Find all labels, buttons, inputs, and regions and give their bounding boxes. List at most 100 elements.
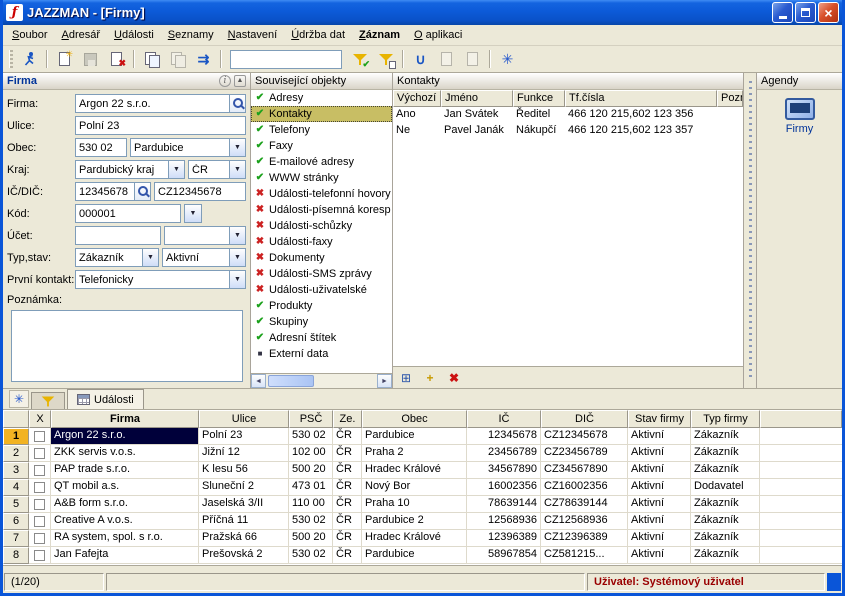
delete-record-button[interactable]: ✖ — [104, 48, 129, 71]
objects-horizontal-scrollbar[interactable]: ◄ ► — [251, 373, 392, 388]
cell-stav[interactable]: Aktivní — [628, 428, 691, 445]
cell-firma[interactable]: RA system, spol. s r.o. — [51, 530, 199, 547]
related-object-item[interactable]: Faxy — [251, 138, 392, 154]
col-vychozi[interactable]: Výchozí — [393, 90, 441, 107]
cell-dic[interactable]: CZ16002356 — [541, 479, 628, 496]
chevron-down-icon[interactable]: ▼ — [229, 139, 245, 156]
cell-stav[interactable]: Aktivní — [628, 547, 691, 564]
cell-dic[interactable]: CZ12345678 — [541, 428, 628, 445]
row-checkbox[interactable] — [34, 431, 45, 442]
cell-ulice[interactable]: Pražská 66 — [199, 530, 289, 547]
cell-poznamka[interactable] — [717, 123, 743, 139]
cell-firma[interactable]: ZKK servis v.o.s. — [51, 445, 199, 462]
cell-zeme[interactable]: ČR — [333, 496, 362, 513]
row-checkbox[interactable] — [34, 499, 45, 510]
cell-zeme[interactable]: ČR — [333, 530, 362, 547]
row-number[interactable]: 8 — [3, 547, 29, 564]
table-row[interactable]: 4 QT mobil a.s. Sluneční 2 473 01 ČR Nov… — [3, 479, 842, 496]
cell-dic[interactable]: CZ581215... — [541, 547, 628, 564]
cell-psc[interactable]: 530 02 — [289, 547, 333, 564]
kontakt-row[interactable]: Ne Pavel Janák Nákupčí 466 120 215,602 1… — [393, 123, 743, 139]
table-row[interactable]: 3 PAP trade s.r.o. K lesu 56 500 20 ČR H… — [3, 462, 842, 479]
cell-obec[interactable]: Hradec Králové — [362, 462, 467, 479]
zeme-input[interactable] — [189, 161, 229, 178]
related-object-item[interactable]: Adresní štítek — [251, 330, 392, 346]
row-number[interactable]: 6 — [3, 513, 29, 530]
col-jmeno[interactable]: Jméno — [441, 90, 513, 107]
maximize-button[interactable] — [795, 2, 816, 23]
ic-field[interactable] — [75, 182, 151, 201]
ucet-field[interactable] — [75, 226, 161, 245]
ulice-input[interactable] — [76, 117, 245, 134]
typ-input[interactable] — [76, 249, 142, 266]
header-check[interactable]: X — [29, 410, 51, 428]
row-number[interactable]: 5 — [3, 496, 29, 513]
collapse-icon[interactable]: ▲ — [234, 75, 246, 87]
ulice-field[interactable] — [75, 116, 246, 135]
related-object-item[interactable]: Adresy — [251, 90, 392, 106]
close-button[interactable]: × — [818, 2, 839, 23]
related-object-item[interactable]: Externí data — [251, 346, 392, 362]
related-object-item[interactable]: Události-písemná koresp — [251, 202, 392, 218]
row-checkbox[interactable] — [34, 533, 45, 544]
chevron-down-icon[interactable]: ▼ — [142, 249, 158, 266]
cell-dic[interactable]: CZ12396389 — [541, 530, 628, 547]
quick-filter-input[interactable] — [230, 50, 342, 69]
open-contact-window-button[interactable]: ⊞ — [395, 368, 417, 387]
scrollbar-thumb[interactable] — [268, 375, 314, 387]
cell-stav[interactable]: Aktivní — [628, 496, 691, 513]
col-funkce[interactable]: Funkce — [513, 90, 565, 107]
cell-jmeno[interactable]: Pavel Janák — [441, 123, 513, 139]
header-ic[interactable]: IČ — [467, 410, 541, 428]
cell-obec[interactable]: Pardubice — [362, 547, 467, 564]
row-checkbox[interactable] — [34, 482, 45, 493]
cell-dic[interactable]: CZ23456789 — [541, 445, 628, 462]
header-firma[interactable]: Firma — [51, 410, 199, 428]
cell-psc[interactable]: 102 00 — [289, 445, 333, 462]
related-object-item[interactable]: Události-faxy — [251, 234, 392, 250]
header-ulice[interactable]: Ulice — [199, 410, 289, 428]
obec-combo[interactable]: ▼ — [130, 138, 246, 157]
cell-psc[interactable]: 530 02 — [289, 428, 333, 445]
header-dic[interactable]: DIČ — [541, 410, 628, 428]
agenda-run-button[interactable] — [17, 48, 42, 71]
scroll-right-icon[interactable]: ► — [377, 374, 392, 388]
poznamka-textarea[interactable] — [11, 310, 243, 382]
cell-typ[interactable]: Zákazník — [691, 547, 760, 564]
related-object-item[interactable]: WWW stránky — [251, 170, 392, 186]
cell-poznamka[interactable] — [717, 107, 743, 123]
chevron-down-icon[interactable]: ▼ — [168, 161, 184, 178]
resize-grip[interactable] — [827, 573, 841, 591]
search-icon[interactable] — [134, 183, 150, 200]
related-object-item[interactable]: Události-SMS zprávy — [251, 266, 392, 282]
cell-vychozi[interactable]: Ano — [393, 107, 441, 123]
refresh-button[interactable]: ✳ — [495, 48, 520, 71]
stav-combo[interactable]: ▼ — [162, 248, 246, 267]
cell-zeme[interactable]: ČR — [333, 445, 362, 462]
cell-firma[interactable]: Argon 22 s.r.o. — [51, 428, 199, 445]
firma-input[interactable] — [76, 95, 229, 112]
cell-psc[interactable]: 500 20 — [289, 530, 333, 547]
menu-item[interactable]: Seznamy — [161, 26, 221, 44]
cell-zeme[interactable]: ČR — [333, 479, 362, 496]
cell-zeme[interactable]: ČR — [333, 428, 362, 445]
table-row[interactable]: 8 Jan Fafejta Prešovská 2 530 02 ČR Pard… — [3, 547, 842, 564]
cell-obec[interactable]: Hradec Králové — [362, 530, 467, 547]
kraj-input[interactable] — [76, 161, 168, 178]
cell-tfcisla[interactable]: 466 120 215,602 123 357 — [565, 123, 717, 139]
cell-typ[interactable]: Zákazník — [691, 530, 760, 547]
chevron-down-icon[interactable]: ▼ — [229, 271, 245, 288]
ucet2-input[interactable] — [165, 227, 229, 244]
tab-udalosti[interactable]: Události — [67, 389, 144, 409]
add-contact-button[interactable]: + — [419, 368, 441, 387]
chevron-down-icon[interactable]: ▼ — [229, 227, 245, 244]
kod-input[interactable] — [76, 205, 180, 222]
cell-firma[interactable]: Jan Fafejta — [51, 547, 199, 564]
row-number[interactable]: 7 — [3, 530, 29, 547]
row-number[interactable]: 1 — [3, 428, 29, 445]
cell-funkce[interactable]: Nákupčí — [513, 123, 565, 139]
cell-stav[interactable]: Aktivní — [628, 479, 691, 496]
info-icon[interactable]: i — [219, 75, 231, 87]
cell-ic[interactable]: 12568936 — [467, 513, 541, 530]
table-row[interactable]: 2 ZKK servis v.o.s. Jižní 12 102 00 ČR P… — [3, 445, 842, 462]
